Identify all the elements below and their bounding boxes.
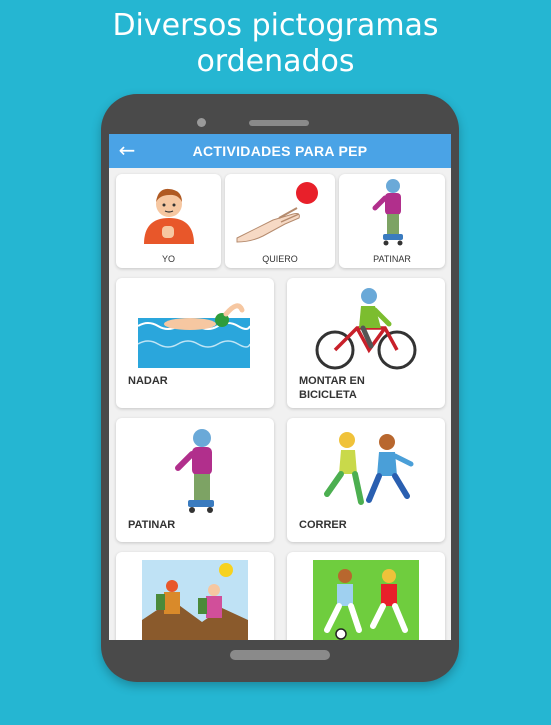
card-label-line-2: BICICLETA [299, 389, 357, 401]
card-label: CORRER [299, 519, 347, 531]
headline: Diversos pictogramas ordenados [0, 8, 551, 80]
speaker-grille [249, 120, 309, 126]
swimmer-pictogram [138, 303, 250, 368]
pictogram-card-patinar-small[interactable]: PATINAR [339, 174, 445, 268]
inline-skater-pictogram [372, 179, 403, 246]
hand-reaching-ball-pictogram [236, 182, 318, 243]
phone-frame: ← ACTIVIDADES PARA PEP YO QUIERO PATINAR… [101, 94, 459, 682]
pictogram-card-football[interactable] [287, 552, 445, 640]
card-label: MONTAR EN BICICLETA [299, 374, 439, 402]
pictogram-card-yo[interactable]: YO [116, 174, 221, 268]
cyclist-pictogram [315, 288, 417, 370]
pictogram-card-hikers[interactable] [116, 552, 274, 640]
pictogram-card-patinar[interactable]: PATINAR [116, 418, 274, 542]
pictogram-card-quiero[interactable]: QUIERO [225, 174, 335, 268]
card-label: YO [161, 254, 175, 264]
hikers-pictogram [142, 560, 248, 640]
inline-skater-pictogram [175, 429, 214, 513]
football-players-pictogram [313, 560, 419, 640]
card-label: PATINAR [128, 519, 176, 531]
app-screen: ← ACTIVIDADES PARA PEP YO QUIERO PATINAR… [109, 134, 451, 640]
camera-dot [197, 118, 206, 127]
card-label-line-1: MONTAR EN [299, 375, 365, 387]
headline-line-1: Diversos pictogramas [112, 8, 439, 43]
pictogram-card-montar-en-bicicleta[interactable]: MONTAR EN BICICLETA [287, 278, 445, 408]
pictogram-card-correr[interactable]: CORRER [287, 418, 445, 542]
app-bar: ← ACTIVIDADES PARA PEP [109, 134, 451, 168]
headline-line-2: ordenados [196, 44, 355, 79]
app-bar-title: ACTIVIDADES PARA PEP [192, 143, 368, 159]
card-label: NADAR [128, 375, 168, 387]
pictogram-card-nadar[interactable]: NADAR [116, 278, 274, 408]
card-label: QUIERO [262, 254, 298, 264]
runners-pictogram [324, 432, 414, 505]
card-label: PATINAR [373, 254, 411, 264]
home-indicator[interactable] [230, 650, 330, 660]
boy-pointing-self-pictogram [144, 188, 194, 244]
